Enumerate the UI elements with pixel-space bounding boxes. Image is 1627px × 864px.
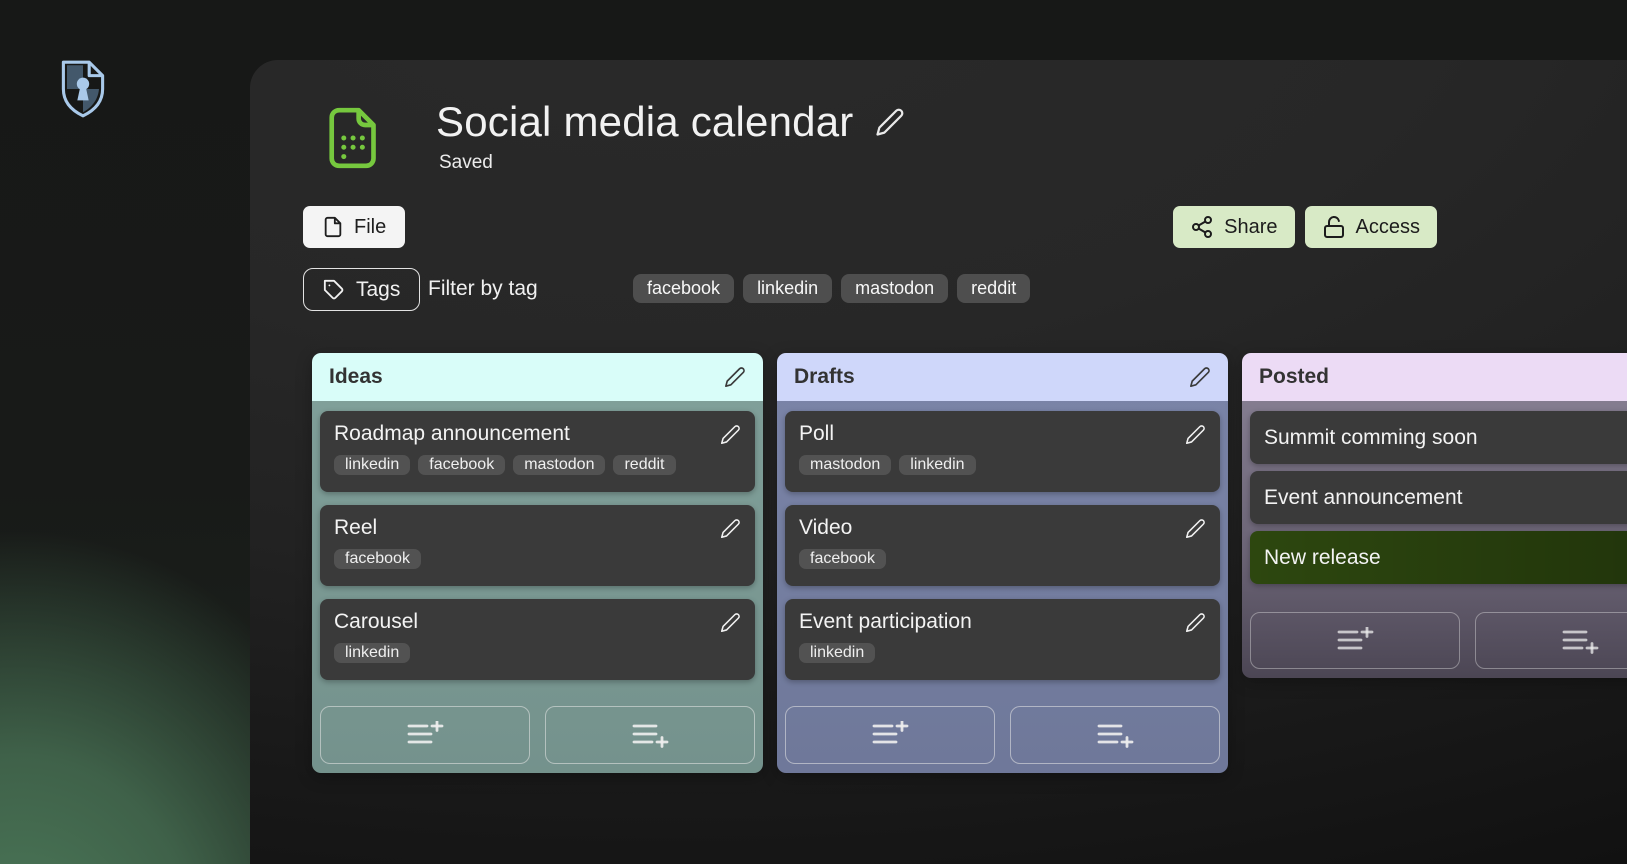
filter-by-tag-label: Filter by tag [428,277,538,301]
column-header: Posted [1242,353,1627,401]
filter-tag[interactable]: linkedin [743,274,832,303]
edit-card-icon[interactable] [1185,424,1206,445]
add-card-top-button[interactable] [1250,612,1460,669]
board-column-posted: Posted Summit comming soon Event announc… [1242,353,1627,678]
board-card[interactable]: New release [1250,531,1627,584]
card-title: Roadmap announcement [334,421,570,447]
card-title: Event participation [799,609,972,635]
add-to-bottom-icon [1561,627,1599,655]
card-title: Poll [799,421,834,447]
sidebar [0,0,250,864]
save-status: Saved [439,152,493,174]
card-title: Event announcement [1264,485,1462,511]
column-header: Ideas [312,353,763,401]
add-to-bottom-icon [631,721,669,749]
document-panel: Social media calendar Saved File Share A… [250,60,1627,864]
column-title: Drafts [794,365,855,389]
kanban-file-icon [328,106,380,170]
add-to-top-icon [406,721,444,749]
edit-card-icon[interactable] [720,612,741,633]
card-tag: linkedin [899,455,975,475]
edit-card-icon[interactable] [1185,518,1206,539]
card-tag: reddit [613,455,675,475]
tag-icon [323,279,345,301]
document-title: Social media calendar [436,98,853,146]
column-title: Posted [1259,365,1329,389]
column-header: Drafts [777,353,1228,401]
card-tag: mastodon [799,455,891,475]
share-icon [1190,215,1214,239]
board-card[interactable]: Reel facebook [320,505,755,586]
add-card-bottom-button[interactable] [1010,706,1220,764]
edit-card-icon[interactable] [720,518,741,539]
add-to-top-icon [871,721,909,749]
filter-tag[interactable]: reddit [957,274,1030,303]
edit-card-icon[interactable] [720,424,741,445]
board-column-drafts: Drafts Poll mastodon linkedin Vide [777,353,1228,773]
filter-tag[interactable]: facebook [633,274,734,303]
edit-column-icon[interactable] [724,366,746,388]
add-card-bottom-button[interactable] [1475,612,1627,669]
card-title: Carousel [334,609,418,635]
card-tag: facebook [334,549,421,569]
edit-card-icon[interactable] [1185,612,1206,633]
app-root: Social media calendar Saved File Share A… [0,0,1627,864]
card-tag: facebook [799,549,886,569]
card-title: Video [799,515,852,541]
cryptpad-logo-icon[interactable] [57,56,109,120]
column-title: Ideas [329,365,383,389]
board-card[interactable]: Event participation linkedin [785,599,1220,680]
edit-column-icon[interactable] [1189,366,1211,388]
file-menu-button[interactable]: File [303,206,405,248]
share-button[interactable]: Share [1173,206,1294,248]
file-icon [322,216,344,238]
add-to-top-icon [1336,627,1374,655]
board-card[interactable]: Event announcement [1250,471,1627,524]
board-column-ideas: Ideas Roadmap announcement linkedin face… [312,353,763,773]
filter-tag[interactable]: mastodon [841,274,948,303]
board-card[interactable]: Poll mastodon linkedin [785,411,1220,492]
add-to-bottom-icon [1096,721,1134,749]
card-title: New release [1264,545,1381,571]
card-tag: facebook [418,455,505,475]
edit-title-icon[interactable] [875,107,905,137]
board-card[interactable]: Video facebook [785,505,1220,586]
add-card-top-button[interactable] [320,706,530,764]
board-card[interactable]: Summit comming soon [1250,411,1627,464]
card-tag: linkedin [334,643,410,663]
card-title: Summit comming soon [1264,425,1478,451]
card-title: Reel [334,515,377,541]
filter-tag-list: facebook linkedin mastodon reddit [633,274,1030,303]
board-card[interactable]: Carousel linkedin [320,599,755,680]
card-tag: linkedin [799,643,875,663]
add-card-top-button[interactable] [785,706,995,764]
card-tag: mastodon [513,455,605,475]
add-card-bottom-button[interactable] [545,706,755,764]
tags-button[interactable]: Tags [303,268,420,311]
access-button[interactable]: Access [1305,206,1437,248]
card-tag: linkedin [334,455,410,475]
unlock-icon [1322,215,1346,239]
board-card[interactable]: Roadmap announcement linkedin facebook m… [320,411,755,492]
